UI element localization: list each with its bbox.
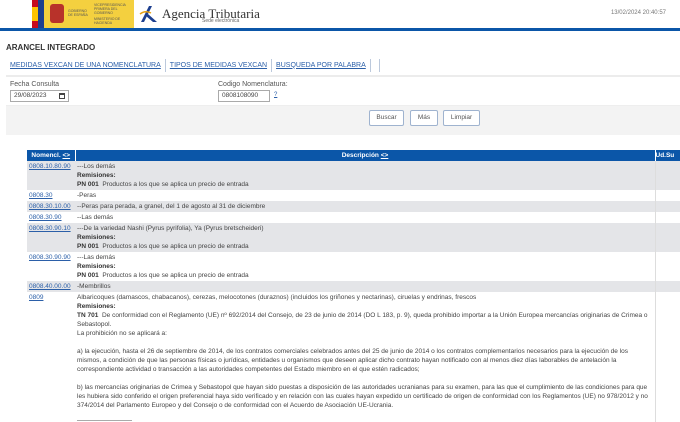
divider (77, 420, 132, 421)
header-nomencl[interactable]: Nomencl. <> (27, 150, 76, 161)
remision-code: PN 001 (77, 181, 99, 188)
remisiones-label: Remisiones: (77, 234, 116, 241)
header-nomencl-label: Nomencl. (31, 152, 61, 159)
tab-medidas-vexcan[interactable]: MEDIDAS VEXCAN DE UNA NOMENCLATURA (6, 58, 166, 72)
vicepresidency-text: VICEPRESIDENCIA PRIMERA DEL GOBIERNO (94, 3, 126, 15)
description: -Peras (77, 192, 97, 199)
nomenclature-link[interactable]: 0808.10.80.90 (29, 163, 71, 170)
remision-paragraph: a) la ejecución, hasta el 26 de septiemb… (77, 348, 629, 373)
description: ---Las demás (77, 254, 116, 261)
tab-busqueda-palabra[interactable]: BUSQUEDA POR PALABRA (272, 58, 371, 72)
remision-text: Productos a los que se aplica un precio … (102, 181, 249, 188)
tab-empty (371, 58, 380, 72)
description: ---Los demás (77, 163, 116, 170)
table-row: 0808.30.90 --Las demás (27, 212, 680, 223)
mas-button[interactable]: Más (410, 110, 438, 126)
results-table: Nomencl. <> Descripción <> Ud.Su 0808.10… (27, 150, 680, 422)
fecha-label: Fecha Consulta (10, 81, 60, 88)
nomenclature-link[interactable]: 0809 (29, 294, 43, 301)
site-header: GOBIERNO DE ESPAÑA VICEPRESIDENCIA PRIME… (0, 0, 680, 28)
description: --Las demás (77, 214, 114, 221)
nomenclature-link[interactable]: 0808.40.00.00 (29, 283, 71, 290)
fecha-input[interactable]: 29/08/2023 (10, 90, 69, 102)
codigo-label: Codigo Nomenclatura: (218, 81, 288, 88)
header-descripcion-label: Descripción (341, 152, 379, 159)
agencia-tributaria-logo-icon[interactable] (139, 4, 159, 24)
tabs-nav: MEDIDAS VEXCAN DE UNA NOMENCLATURA TIPOS… (6, 58, 380, 72)
header-descripcion[interactable]: Descripción <> (75, 150, 656, 161)
table-row: 0808.30 -Peras (27, 190, 680, 201)
datetime: 13/02/2024 20:40:57 (610, 10, 666, 16)
table-row: 0808.30.90.10 ---De la variedad Nashi (Py… (27, 223, 680, 252)
description: -Membrillos (77, 283, 111, 290)
table-row: 0808.40.00.00 -Membrillos (27, 281, 680, 292)
nomenclature-link[interactable]: 0808.30.90.90 (29, 254, 71, 261)
gov-text: GOBIERNO DE ESPAÑA (68, 9, 88, 17)
nomenclature-link[interactable]: 0808.30 (29, 192, 53, 199)
remision-code: TN 701 (77, 312, 99, 319)
remision-text: De conformidad con el Reglamento (UE) nº… (77, 312, 648, 328)
tab-tipos-medidas[interactable]: TIPOS DE MEDIDAS VEXCAN (166, 58, 273, 72)
remision-code: PN 001 (77, 272, 99, 279)
remision-text: Productos a los que se aplica un precio … (102, 272, 249, 279)
header-bar (0, 28, 680, 31)
coat-of-arms-icon (50, 4, 64, 23)
calendar-icon[interactable] (59, 93, 65, 99)
help-link[interactable]: ? (274, 92, 277, 98)
remision-text: Productos a los que se aplica un precio … (102, 243, 249, 250)
nomenclature-link[interactable]: 0808.30.10.00 (29, 203, 71, 210)
remision-paragraph: La prohibición no se aplicará a: (77, 330, 167, 337)
search-form: Fecha Consulta 29/08/2023 Codigo Nomencl… (6, 75, 680, 135)
description: Albaricoques (damascos, chabacanos), cer… (77, 294, 477, 301)
buscar-button[interactable]: Buscar (369, 110, 404, 126)
agency-subtitle: Sede electrónica (202, 18, 240, 24)
remisiones-label: Remisiones: (77, 172, 116, 179)
table-row: 0809 Albaricoques (damascos, chabacanos)… (27, 292, 680, 422)
nomenclature-link[interactable]: 0808.30.90 (29, 214, 62, 221)
remisiones-label: Remisiones: (77, 263, 116, 270)
nomenclature-link[interactable]: 0808.30.90.10 (29, 225, 71, 232)
header-ud: Ud.Su (655, 150, 680, 161)
codigo-input[interactable]: 0808108090 (218, 90, 270, 102)
sort-icon[interactable]: <> (62, 152, 70, 159)
fecha-value: 29/08/2023 (14, 92, 47, 99)
remision-code: PN 001 (77, 243, 99, 250)
page-title: ARANCEL INTEGRADO (6, 43, 96, 52)
government-logo: GOBIERNO DE ESPAÑA VICEPRESIDENCIA PRIME… (44, 0, 134, 28)
description: --Peras para perada, a granel, del 1 de … (77, 203, 266, 210)
remisiones-label: Remisiones: (77, 303, 116, 310)
table-row: 0808.30.90.90 ---Las demás Remisiones: PN 0… (27, 252, 680, 281)
remision-paragraph: b) las mercancías originarias de Crimea … (77, 384, 648, 409)
sort-icon[interactable]: <> (381, 152, 389, 159)
table-row: 0808.10.80.90 ---Los demás Remisiones: PN 0… (27, 161, 680, 190)
description: ---De la variedad Nashi (Pyrus pyrifolia… (77, 225, 264, 232)
ministry-text: MINISTERIO DE HACIENDA (94, 17, 121, 25)
table-row: 0808.30.10.00 --Peras para perada, a gran… (27, 201, 680, 212)
limpiar-button[interactable]: Limpiar (443, 110, 480, 126)
